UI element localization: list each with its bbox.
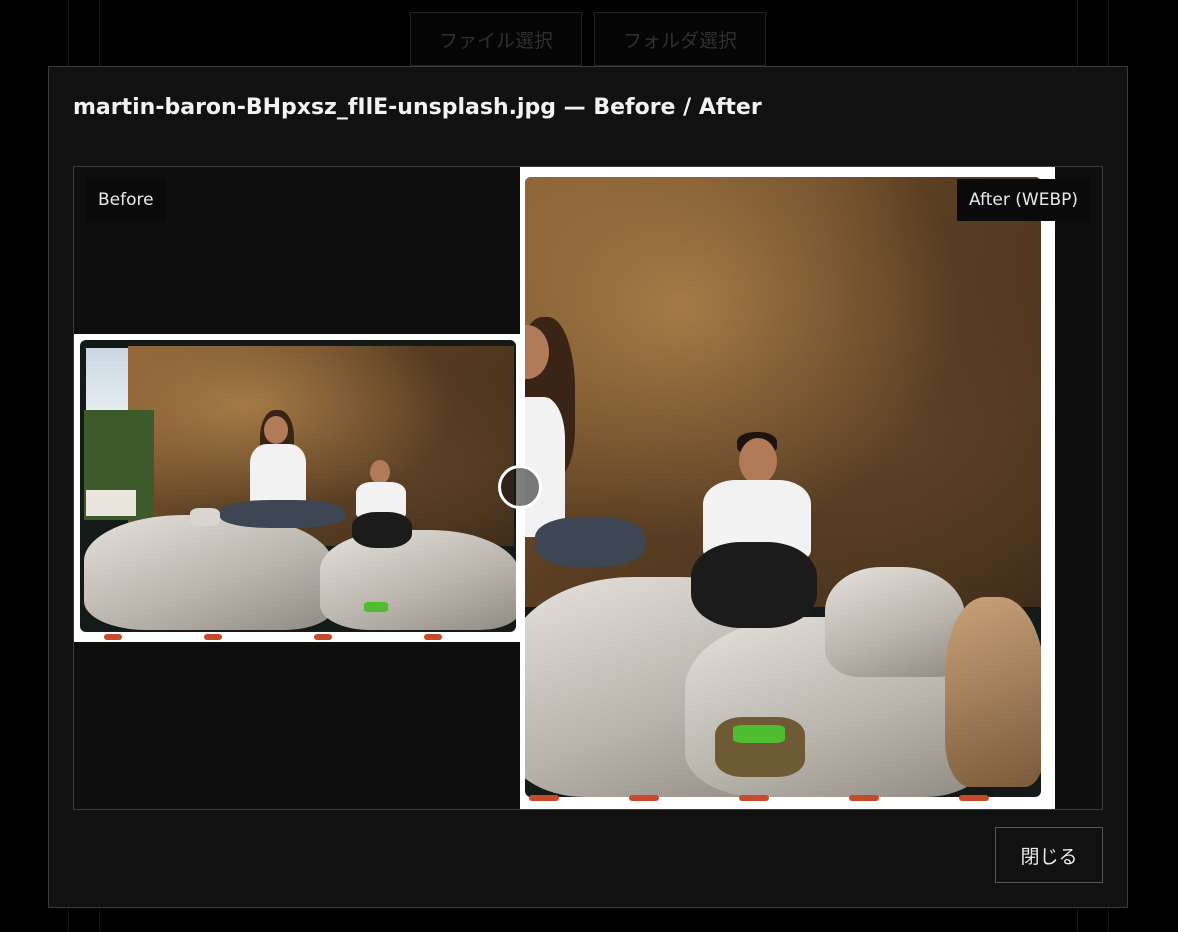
before-perforation — [104, 634, 122, 640]
before-bag-green — [364, 602, 388, 612]
slider-handle[interactable] — [498, 465, 542, 509]
file-select-button[interactable]: ファイル選択 — [410, 12, 582, 66]
after-label: After (WEBP) — [957, 179, 1090, 221]
after-perforation — [959, 795, 989, 801]
before-woman — [220, 410, 345, 560]
after-perforation — [849, 795, 879, 801]
after-bag-green — [733, 725, 785, 743]
after-man — [685, 432, 825, 662]
before-perforation — [204, 634, 222, 640]
after-boulder-right — [825, 567, 965, 677]
close-button[interactable]: 閉じる — [995, 827, 1103, 883]
before-label: Before — [86, 179, 166, 221]
after-perforation — [529, 795, 559, 801]
after-perforation — [629, 795, 659, 801]
before-perforation — [314, 634, 332, 640]
before-film-frame — [80, 340, 516, 632]
compare-viewer[interactable]: Before After (WEBP) — [73, 166, 1103, 810]
after-film-frame — [525, 177, 1041, 797]
after-perforation — [739, 795, 769, 801]
folder-select-button[interactable]: フォルダ選択 — [594, 12, 766, 66]
before-image — [74, 334, 521, 642]
after-woman — [525, 317, 665, 617]
before-building — [86, 490, 136, 516]
before-after-modal: martin-baron-BHpxsz_fIlE-unsplash.jpg — … — [48, 66, 1128, 908]
after-boulder-edge — [945, 597, 1041, 787]
before-bag-white — [190, 508, 220, 526]
before-perforation — [424, 634, 442, 640]
modal-title: martin-baron-BHpxsz_fIlE-unsplash.jpg — … — [73, 95, 762, 120]
before-man — [348, 460, 418, 570]
after-image — [521, 167, 1055, 809]
